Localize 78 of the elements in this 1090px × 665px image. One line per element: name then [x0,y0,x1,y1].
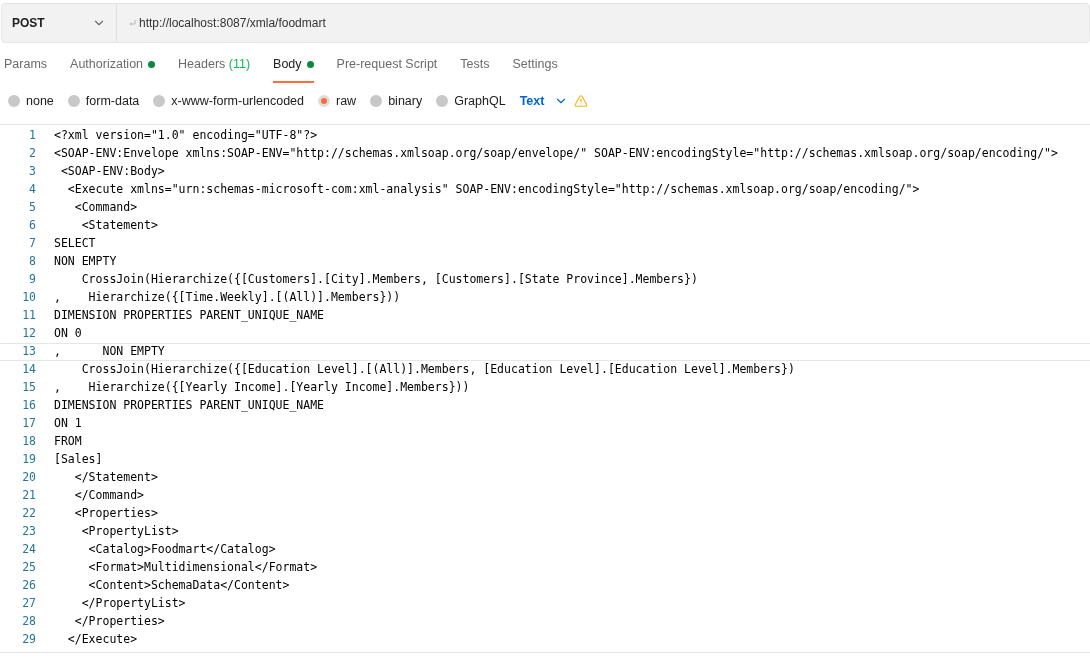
request-tab[interactable]: Pre-request Script [336,55,438,83]
line-number: 23 [21,523,37,541]
code-line: <Properties> [73,505,158,523]
request-tab[interactable]: Settings [512,55,558,83]
code-line: <Execute xmlns="urn:schemas-microsoft-com:xml-analysis" SOAP-ENV:encodingStyle="http://schemas.xmlsoap.org/soap/encoding/"> [66,181,920,199]
code-editor[interactable] [0,124,1090,653]
code-line: CrossJoin(Hierarchize({[Education Level].[(All)].Members, [Education Level].[Education Level].Members}) [80,361,795,379]
line-number: 25 [21,559,37,577]
url-field[interactable]: http://localhost:8087/xmla/foodmart [117,4,1089,42]
code-line: </Execute> [66,631,138,649]
code-line: NON EMPTY [54,253,118,271]
line-number: 2 [28,145,37,163]
code-line: </Statement> [73,469,158,487]
code-line: <?xml version="1.0" encoding="UTF-8"?> [54,127,318,145]
line-number: 9 [28,271,37,289]
line-number: 4 [28,181,37,199]
code-line: DIMENSION PROPERTIES PARENT_UNIQUE_NAME [54,397,325,415]
code-line: </PropertyList> [80,595,186,613]
line-number: 3 [28,163,37,181]
code-line: ON 0 [54,325,82,343]
body-type-radio[interactable]: x-www-form-urlencoded [153,91,304,111]
code-line: <Catalog>Foodmart</Catalog> [87,541,276,559]
line-number: 10 [21,289,37,307]
code-line: </Command> [73,487,144,505]
line-number: 12 [21,325,37,343]
url-text: http://localhost:8087/xmla/foodmart [139,15,326,32]
line-number: 1 [28,127,37,145]
line-number: 26 [21,577,37,595]
line-number: 18 [21,433,37,451]
line-number: 7 [28,235,37,253]
code-line: DIMENSION PROPERTIES PARENT_UNIQUE_NAME [54,307,325,325]
warning-icon [574,94,589,108]
request-tab[interactable]: Headers (11) [178,55,251,83]
body-type-radio[interactable]: binary [370,91,423,111]
code-line: FROM [54,433,82,451]
code-line: <SOAP-ENV:Envelope xmlns:SOAP-ENV="http://schemas.xmlsoap.org/soap/envelope/" SOAP-ENV:encodingStyle="http://schemas.xmlsoap.org/soap/encoding/"> [54,145,1058,163]
line-number: 16 [21,397,37,415]
request-tab[interactable]: Body [273,55,314,83]
code-line: , Hierarchize({[Yearly Income].[Yearly Income].Members})) [54,379,470,397]
code-line: <Content>SchemaData</Content> [87,577,290,595]
method-dropdown[interactable]: POST [2,4,117,42]
body-type-radio[interactable]: raw [318,91,357,111]
line-number: 28 [21,613,37,631]
code-line: <SOAP-ENV:Body> [59,163,165,181]
code-line: CrossJoin(Hierarchize({[Customers].[City].Members, [Customers].[State Province].Members}) [80,271,698,289]
line-number: 15 [21,379,37,397]
format-dropdown[interactable]: Text [519,91,569,111]
line-number: 21 [21,487,37,505]
code-line: <Statement> [80,217,158,235]
line-number: 20 [21,469,37,487]
line-number: 17 [21,415,37,433]
line-number: 19 [21,451,37,469]
code-line: , Hierarchize({[Time.Weekly].[(All)].Members})) [54,289,401,307]
code-line: SELECT [54,235,97,253]
body-type-radio[interactable]: form-data [67,91,140,111]
request-tab[interactable]: Tests [460,55,490,83]
code-line: <Command> [73,199,138,217]
code-line: , NON EMPTY [54,343,166,361]
line-number: 5 [28,199,37,217]
request-tab[interactable]: Params [4,55,48,83]
line-number: 11 [21,307,37,325]
return-icon [129,20,136,26]
code-line: <Format>Multidimensional</Format> [87,559,318,577]
line-number: 27 [21,595,37,613]
code-line: <PropertyList> [80,523,180,541]
body-type-radio[interactable]: GraphQL [436,91,506,111]
body-type-radio[interactable]: none [8,91,54,111]
code-line: </Properties> [73,613,165,631]
line-number: 8 [28,253,37,271]
code-line: ON 1 [54,415,82,433]
code-line: [Sales] [54,451,103,469]
line-number: 29 [21,631,37,649]
line-number: 22 [21,505,37,523]
line-number: 13 [21,343,37,361]
line-number: 14 [21,361,37,379]
line-number: 6 [28,217,37,235]
line-number: 24 [21,541,37,559]
request-tab[interactable]: Authorization [70,55,156,83]
